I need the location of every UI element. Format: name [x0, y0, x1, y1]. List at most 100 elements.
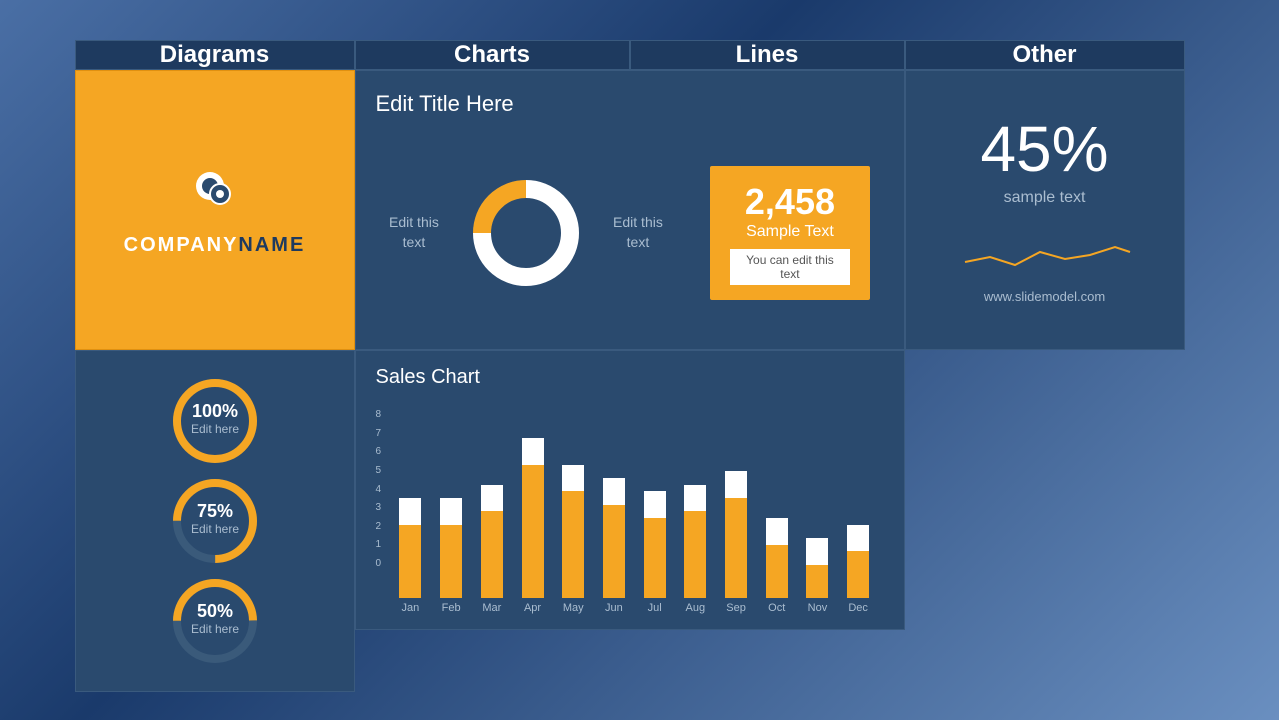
bar-stack [603, 438, 625, 598]
bar-group-nov: Nov [797, 438, 838, 614]
bar-stack [481, 438, 503, 598]
stat-label: Sample Text [746, 223, 834, 241]
svg-text:Edit here: Edit here [190, 422, 238, 436]
bar-group-oct: Oct [756, 438, 797, 614]
bar-group-apr: Apr [512, 438, 553, 614]
bar-orange-segment [725, 498, 747, 598]
sales-chart-title: Sales Chart [376, 366, 884, 389]
bar-stack [522, 438, 544, 598]
bar-orange-segment [806, 565, 828, 598]
header-diagrams: Diagrams [75, 40, 355, 70]
bar-orange-segment [684, 511, 706, 598]
bar-orange-segment [562, 491, 584, 598]
bar-group-jun: Jun [594, 438, 635, 614]
bar-white-segment [725, 471, 747, 498]
donut-right-label: Edit this text [613, 213, 663, 252]
bar-stack [725, 438, 747, 598]
bar-group-mar: Mar [471, 438, 512, 614]
bar-stack [562, 438, 584, 598]
header-diagrams-label: Diagrams [160, 41, 269, 69]
bar-month-label: Mar [482, 602, 501, 614]
bar-white-segment [399, 498, 421, 525]
bar-month-label: Apr [524, 602, 541, 614]
bar-stack [684, 438, 706, 598]
company-name-light: NAME [238, 234, 305, 257]
bar-white-segment [684, 485, 706, 511]
ring-75: 75% Edit here [165, 471, 265, 571]
svg-text:100%: 100% [191, 401, 237, 421]
bar-orange-segment [766, 545, 788, 598]
bar-white-segment [644, 491, 666, 518]
stat-sublabel: You can edit this text [730, 249, 850, 285]
bar-white-segment [603, 478, 625, 505]
company-name-bold: COMPANY [124, 234, 239, 257]
header-other-label: Other [1012, 41, 1076, 69]
bar-group-jul: Jul [634, 438, 675, 614]
donut-chart [466, 173, 586, 293]
website-link: www.slidemodel.com [984, 289, 1105, 304]
svg-text:75%: 75% [196, 501, 232, 521]
bar-month-label: Oct [768, 602, 785, 614]
bar-group-sep: Sep [716, 438, 757, 614]
sales-chart-cell: Sales Chart 8 7 6 5 4 3 2 1 0 Jan Feb Mar A… [355, 350, 905, 630]
bar-orange-segment [847, 551, 869, 598]
bar-white-segment [440, 498, 462, 525]
bar-month-label: Sep [726, 602, 746, 614]
bar-month-label: Feb [442, 602, 461, 614]
header-charts: Charts [355, 40, 630, 70]
company-name: COMPANY NAME [124, 234, 306, 257]
stat-box: 2,458 Sample Text You can edit this text [710, 166, 870, 300]
bar-stack [847, 438, 869, 598]
bar-month-label: May [563, 602, 584, 614]
bar-chart: Jan Feb Mar Apr May Jun Jul Aug Sep Oct Nov Dec [385, 414, 883, 614]
company-logo-cell: COMPANY NAME [75, 70, 355, 350]
bar-month-label: Jun [605, 602, 623, 614]
header-other: Other [905, 40, 1185, 70]
header-lines-label: Lines [736, 41, 799, 69]
ring-50: 50% Edit here [165, 571, 265, 671]
bar-white-segment [847, 525, 869, 551]
charts-top-title: Edit Title Here [376, 91, 884, 117]
bar-white-segment [481, 485, 503, 511]
bar-month-label: Dec [848, 602, 868, 614]
bar-month-label: Aug [686, 602, 706, 614]
percent-cell: 45% sample text www.slidemodel.com [905, 70, 1185, 350]
donut-left-label: Edit this text [389, 213, 439, 252]
bar-stack [766, 438, 788, 598]
svg-text:Edit here: Edit here [190, 522, 238, 536]
bar-stack [440, 438, 462, 598]
bar-group-feb: Feb [431, 438, 472, 614]
ring-100: 100% Edit here [165, 371, 265, 471]
svg-text:Edit here: Edit here [190, 622, 238, 636]
sparkline [955, 227, 1135, 277]
bar-stack [806, 438, 828, 598]
bar-white-segment [766, 518, 788, 545]
header-charts-label: Charts [454, 41, 530, 69]
bar-group-aug: Aug [675, 438, 716, 614]
bar-orange-segment [440, 525, 462, 598]
header-lines: Lines [630, 40, 905, 70]
bar-orange-segment [603, 505, 625, 598]
bar-white-segment [806, 538, 828, 565]
charts-top-cell: Edit Title Here Edit this text [355, 70, 905, 350]
bar-orange-segment [399, 525, 421, 598]
bar-orange-segment [481, 511, 503, 598]
bar-month-label: Nov [808, 602, 828, 614]
bar-white-segment [522, 438, 544, 465]
percent-value: 45% [980, 117, 1108, 181]
bar-month-label: Jan [402, 602, 420, 614]
bar-stack [399, 438, 421, 598]
stat-number: 2,458 [745, 181, 835, 223]
other-cell: 100% Edit here 75% Edit here 50% [75, 350, 355, 692]
bar-orange-segment [522, 465, 544, 598]
y-axis: 8 7 6 5 4 3 2 1 0 [376, 409, 386, 569]
sample-text: sample text [1004, 189, 1086, 207]
donut-area: Edit this text [376, 137, 884, 329]
svg-text:50%: 50% [196, 601, 232, 621]
bar-month-label: Jul [648, 602, 662, 614]
bar-group-jan: Jan [390, 438, 431, 614]
bar-group-dec: Dec [838, 438, 879, 614]
bar-white-segment [562, 465, 584, 491]
bar-group-may: May [553, 438, 594, 614]
company-icon [185, 164, 245, 224]
